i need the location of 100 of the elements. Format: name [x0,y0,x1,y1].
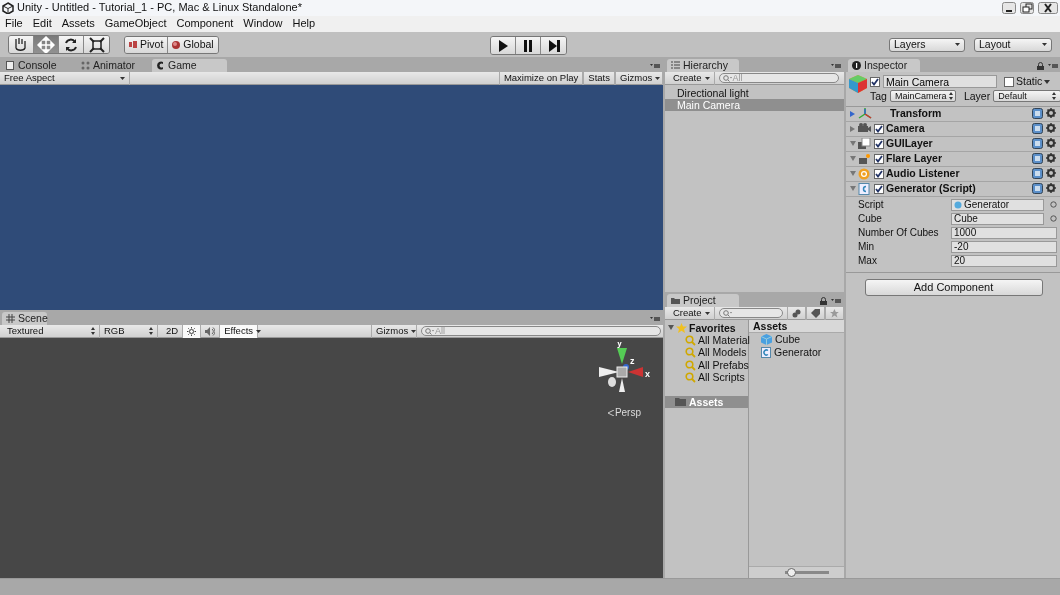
minimize-button[interactable] [1002,2,1016,14]
gizmos-dropdown[interactable]: Gizmos [615,71,663,85]
layout-dropdown[interactable]: Layout [974,37,1052,52]
asset-item[interactable]: Generator [774,346,822,359]
render-mode-dropdown[interactable]: RGB [100,324,158,338]
add-component-button[interactable]: Add Component [864,278,1043,296]
menu-item[interactable]: Component [171,17,239,31]
move-tool-button[interactable] [34,36,59,53]
tree-item[interactable]: All Models [698,346,747,360]
component-checkbox[interactable] [874,123,884,134]
component-checkbox[interactable] [874,168,884,179]
inspector-tab[interactable]: Inspector [848,59,920,72]
help-book-icon[interactable] [1032,153,1043,165]
expand-arrow-icon[interactable] [850,140,856,147]
shading-dropdown[interactable]: Textured [3,324,100,338]
pause-button[interactable] [516,37,541,54]
menu-item[interactable]: File [0,17,28,31]
help-book-icon[interactable] [1032,183,1043,195]
hierarchy-tab[interactable]: Hierarchy [667,59,739,72]
tag-dropdown[interactable]: MainCamera [889,90,956,103]
component-title[interactable]: Audio Listener [886,167,960,180]
caret-icon[interactable] [1044,79,1051,84]
component-title[interactable]: Flare Layer [886,152,943,165]
value-field[interactable]: Generator [951,198,1044,211]
expand-arrow-icon[interactable] [668,325,674,331]
active-checkbox[interactable] [870,76,880,87]
component-checkbox[interactable] [874,183,884,194]
gear-icon[interactable] [1046,123,1057,135]
name-field[interactable]: Main Camera [883,75,997,88]
gear-icon[interactable] [1046,168,1057,180]
component-title[interactable]: Camera [886,122,925,135]
component-title[interactable]: GUILayer [886,137,933,150]
expand-arrow-icon[interactable] [850,170,856,177]
gear-icon[interactable] [1046,108,1057,120]
global-button[interactable]: Global [168,36,218,53]
expand-arrow-icon[interactable] [850,155,856,162]
value-field[interactable]: Cube [951,212,1044,225]
value-field[interactable]: 20 [951,254,1057,267]
hand-tool-button[interactable] [9,36,34,53]
console-tab[interactable]: Console [2,59,77,72]
animator-tab[interactable]: Animator [77,59,152,72]
create-dropdown[interactable]: Create [669,71,715,85]
rotate-tool-button[interactable] [59,36,84,53]
static-checkbox[interactable] [1004,76,1014,87]
expand-arrow-icon[interactable] [850,110,856,117]
play-button[interactable] [491,37,516,54]
gear-icon[interactable] [1046,138,1057,150]
value-field[interactable]: 1000 [951,226,1057,239]
zoom-slider[interactable] [785,571,829,574]
pivot-button[interactable]: Pivot [125,36,169,53]
gear-icon[interactable] [1046,153,1057,165]
scale-tool-button[interactable] [84,36,109,53]
panel-menu-icon[interactable] [650,62,660,69]
menu-item[interactable]: GameObject [99,17,172,31]
scene-gizmo-drawing[interactable] [599,348,643,392]
asset-item[interactable]: Cube [775,333,801,346]
lock-icon[interactable] [820,296,827,305]
menu-item[interactable]: Assets [56,17,100,31]
help-book-icon[interactable] [1032,138,1043,150]
help-book-icon[interactable] [1032,168,1043,180]
help-book-icon[interactable] [1032,108,1043,120]
gear-icon[interactable] [1046,183,1057,195]
panel-menu-icon[interactable] [831,297,841,304]
gizmos-dropdown[interactable]: Gizmos [371,324,417,338]
step-button[interactable] [541,37,566,54]
aspect-dropdown[interactable]: Free Aspect [0,71,130,85]
tree-item[interactable]: All Prefabs [698,358,749,372]
tree-item[interactable]: All Scripts [698,371,745,385]
panel-menu-icon[interactable] [831,62,841,69]
menu-item[interactable]: Edit [27,17,57,31]
tree-item[interactable]: Favorites [689,321,736,335]
menu-item[interactable]: Help [287,17,321,31]
close-button[interactable] [1038,2,1058,14]
projection-label[interactable]: Persp [614,407,641,419]
stats-toggle[interactable]: Stats [583,71,615,85]
restore-button[interactable] [1020,2,1034,14]
value-field[interactable]: -20 [951,240,1057,253]
panel-menu-icon[interactable] [1048,62,1058,69]
component-title[interactable]: Generator (Script) [886,182,976,195]
component-checkbox[interactable] [874,138,884,149]
expand-arrow-icon[interactable] [850,125,856,132]
label-tag-icon[interactable] [811,308,820,318]
project-tab[interactable]: Project [667,294,739,307]
component-title[interactable]: Transform [890,107,942,120]
filter-type-icon[interactable] [792,308,801,318]
game-tab[interactable]: Game [152,59,227,72]
layers-dropdown[interactable]: Layers [889,37,965,52]
hierarchy-item[interactable]: Directional light [665,87,844,99]
layer-dropdown[interactable]: Default [993,90,1060,103]
menu-item[interactable]: Window [238,17,288,31]
slider-thumb[interactable] [786,568,796,577]
maximize-toggle[interactable]: Maximize on Play [498,71,584,85]
scene-tab[interactable]: Scene [2,312,47,325]
lock-icon[interactable] [1037,61,1044,70]
tree-item[interactable]: All Material [698,333,750,347]
star-icon[interactable] [830,308,839,318]
panel-menu-icon[interactable] [650,315,660,322]
help-book-icon[interactable] [1032,123,1043,135]
component-checkbox[interactable] [874,153,884,164]
search-field[interactable] [718,308,783,318]
